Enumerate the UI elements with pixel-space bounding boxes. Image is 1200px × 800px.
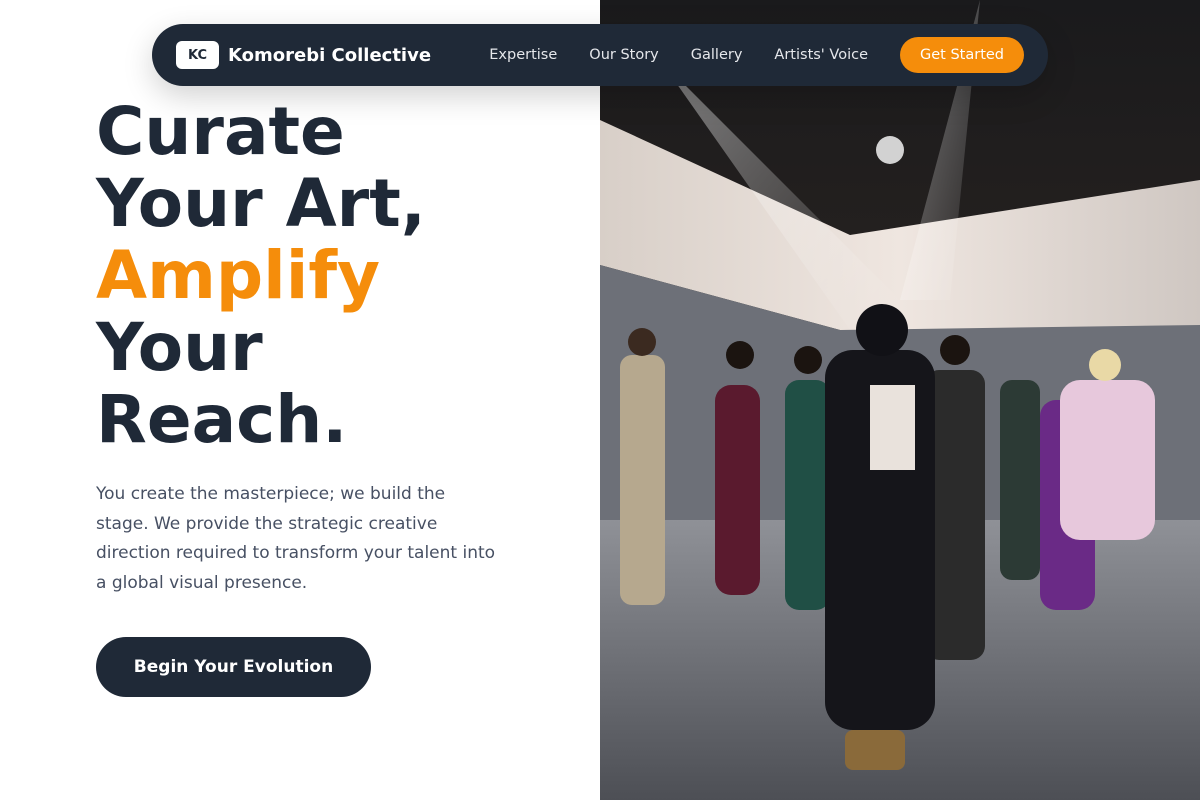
headline-line-1: Curate xyxy=(96,93,345,170)
nav-link-expertise[interactable]: Expertise xyxy=(489,47,557,63)
hero-description: You create the masterpiece; we build the… xyxy=(96,484,496,593)
headline-line-4: Your xyxy=(96,309,263,386)
get-started-button[interactable]: Get Started xyxy=(900,37,1024,73)
nav-link-gallery[interactable]: Gallery xyxy=(691,47,743,63)
begin-evolution-button[interactable]: Begin Your Evolution xyxy=(96,637,371,697)
nav-links: Expertise Our Story Gallery Artists' Voi… xyxy=(489,37,1024,73)
nav-link-our-story[interactable]: Our Story xyxy=(589,47,658,63)
hero-photo xyxy=(600,0,1200,800)
headline-accent: Amplify xyxy=(96,237,381,314)
logo-badge[interactable]: KC xyxy=(176,41,219,69)
headline-line-5: Reach. xyxy=(96,381,348,458)
brand-name[interactable]: Komorebi Collective xyxy=(228,45,431,66)
hero-headline: Curate Your Art, Amplify Your Reach. xyxy=(96,96,426,456)
nav-link-artists-voice[interactable]: Artists' Voice xyxy=(774,47,868,63)
top-navbar: KC Komorebi Collective Expertise Our Sto… xyxy=(152,24,1048,86)
headline-line-2: Your Art, xyxy=(96,165,426,242)
